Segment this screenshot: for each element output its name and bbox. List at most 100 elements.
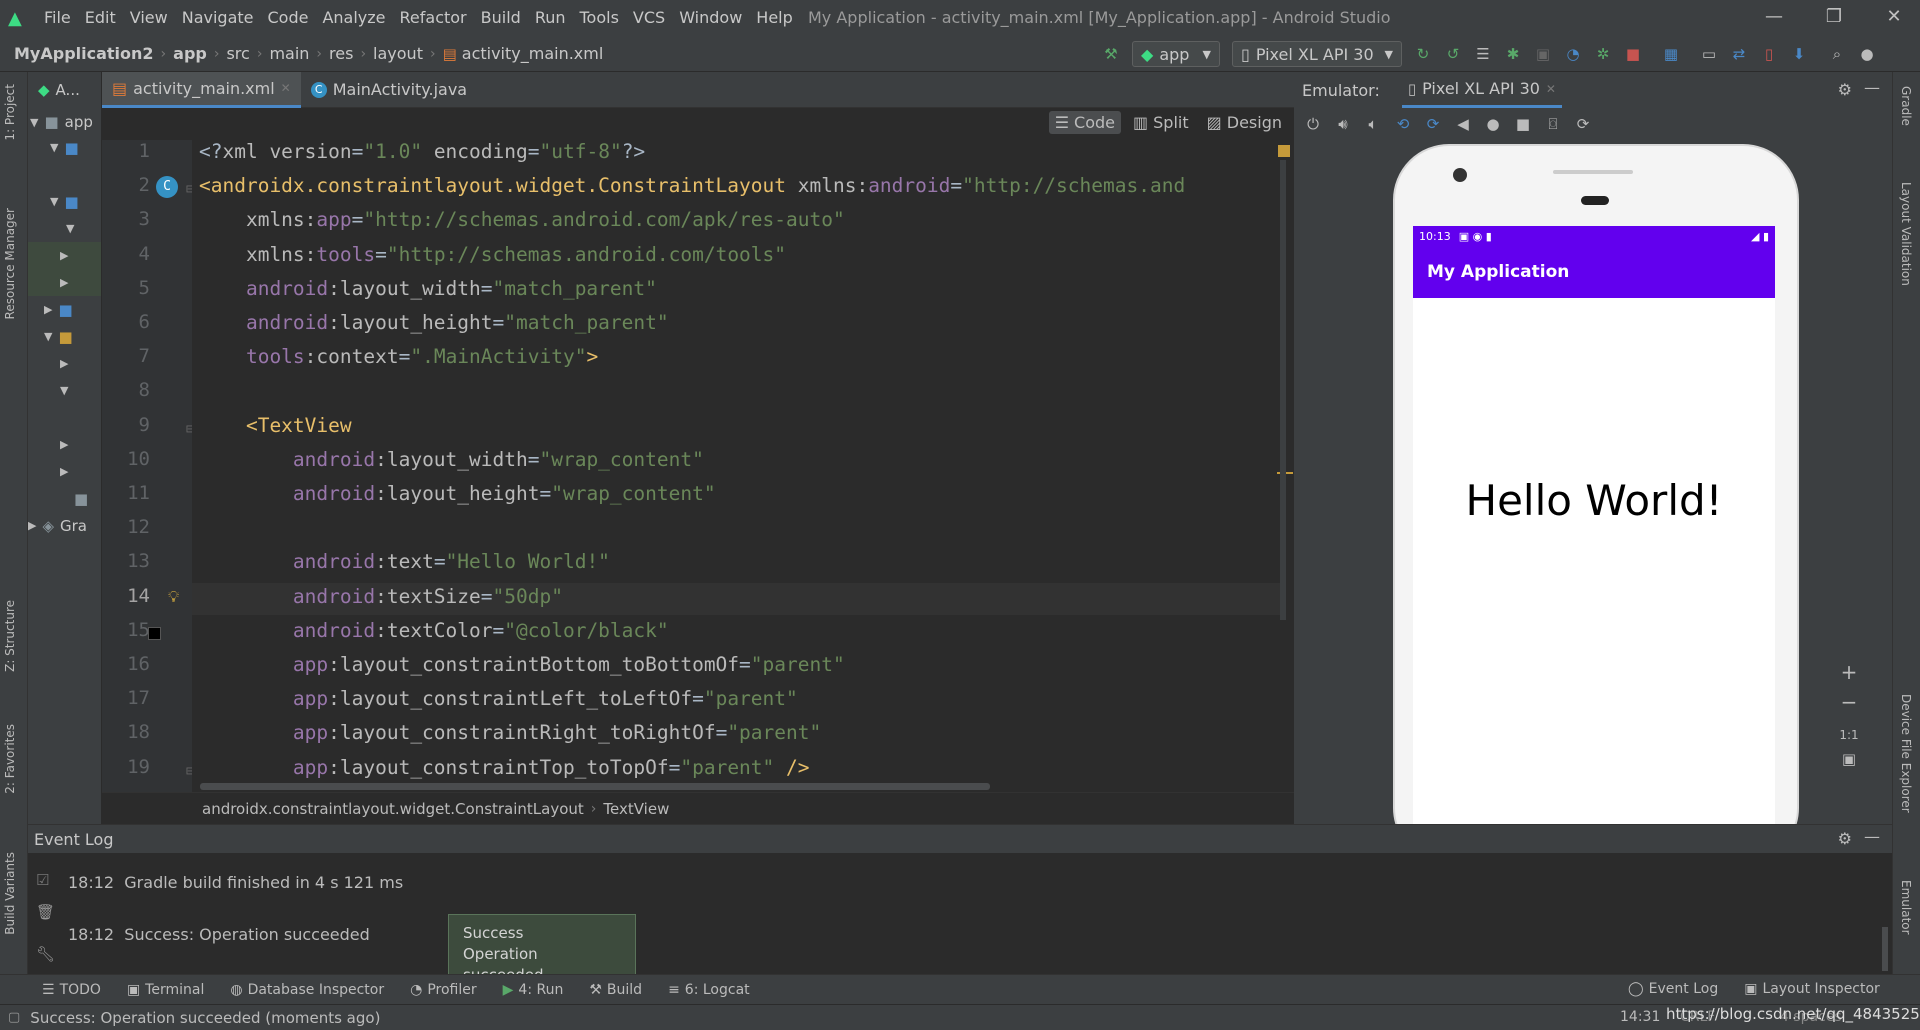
sync-gradle-icon[interactable]: ⇄ — [1730, 45, 1748, 63]
hide-panel-icon[interactable]: — — [1864, 78, 1880, 97]
vertical-scrollbar[interactable] — [1280, 160, 1286, 620]
code-line[interactable]: app:layout_constraintTop_toTopOf="parent… — [199, 756, 810, 779]
settings-gear-icon[interactable]: ⚙ — [1838, 829, 1852, 848]
power-icon[interactable]: ⏻ — [1304, 115, 1322, 133]
code-line[interactable]: <TextView — [199, 414, 352, 437]
code-line[interactable]: android:layout_width="wrap_content" — [199, 448, 704, 471]
crumb-project[interactable]: MyApplication2 — [14, 44, 154, 63]
back-icon[interactable]: ◀ — [1454, 115, 1472, 133]
menu-edit[interactable]: Edit — [85, 8, 116, 27]
event-log-tool[interactable]: ◯ Event Log — [1628, 981, 1718, 997]
project-structure-icon[interactable]: ▦ — [1662, 45, 1680, 63]
crumb-layout[interactable]: layout — [373, 44, 423, 63]
code-line[interactable]: android:layout_height="wrap_content" — [199, 482, 716, 505]
apply-code-changes-icon[interactable]: ☰ — [1474, 45, 1492, 63]
profiler-tool[interactable]: ◔ Profiler — [410, 982, 477, 998]
home-icon[interactable]: ● — [1484, 115, 1502, 133]
crumb-res[interactable]: res — [329, 44, 353, 63]
crumb-module[interactable]: app — [173, 44, 207, 63]
crumb-src[interactable]: src — [226, 44, 249, 63]
run-config-select[interactable]: ◆ app ▼ — [1132, 41, 1220, 67]
tab-build-variants[interactable]: Build Variants — [3, 852, 17, 935]
close-tab-icon[interactable]: ✕ — [281, 81, 291, 95]
stop-icon[interactable]: ■ — [1624, 45, 1642, 63]
tree-node[interactable]: ▶ ◈ Gra — [28, 512, 101, 539]
trash-icon[interactable]: 🗑︎ — [36, 903, 55, 921]
code-line[interactable]: tools:context=".MainActivity"> — [199, 345, 598, 368]
menu-build[interactable]: Build — [481, 8, 521, 27]
tree-node[interactable]: ▶ — [28, 458, 101, 485]
volume-up-icon[interactable]: 🔊︎ — [1334, 115, 1352, 133]
code-line[interactable]: android:text="Hello World!" — [199, 550, 610, 573]
menu-window[interactable]: Window — [679, 8, 742, 27]
zoom-actual-button[interactable]: 1:1 — [1834, 720, 1864, 750]
horizontal-scrollbar[interactable] — [200, 783, 990, 790]
tree-node[interactable]: ▼ ■ app — [28, 110, 101, 134]
tab-layout-validation[interactable]: Layout Validation — [1899, 182, 1913, 286]
close-icon[interactable]: ✕ — [1882, 6, 1906, 27]
run-tool[interactable]: ▶ 4: Run — [503, 982, 564, 998]
menu-help[interactable]: Help — [756, 8, 792, 27]
minimize-icon[interactable]: — — [1762, 6, 1786, 27]
tree-node[interactable] — [28, 404, 101, 431]
code-line[interactable]: app:layout_constraintRight_toRightOf="pa… — [199, 721, 821, 744]
menu-tools[interactable]: Tools — [580, 8, 619, 27]
debug-icon[interactable]: ✱ — [1504, 45, 1522, 63]
zoom-in-button[interactable]: + — [1834, 660, 1864, 690]
tree-node[interactable]: ■ — [28, 485, 101, 512]
rotate-right-icon[interactable]: ⟳ — [1424, 115, 1442, 133]
logcat-tool[interactable]: ≡ 6: Logcat — [668, 982, 750, 998]
screenshot-icon[interactable]: ⌼ — [1544, 115, 1562, 133]
menu-code[interactable]: Code — [268, 8, 309, 27]
profile-icon[interactable]: ◔ — [1564, 45, 1582, 63]
tree-node[interactable]: ▼ ■ — [28, 323, 101, 350]
rotate-left-icon[interactable]: ⟲ — [1394, 115, 1412, 133]
zoom-out-button[interactable]: − — [1834, 690, 1864, 720]
breadcrumb-root-tag[interactable]: androidx.constraintlayout.widget.Constra… — [202, 800, 584, 818]
hide-panel-icon[interactable]: — — [1864, 827, 1880, 846]
menu-analyze[interactable]: Analyze — [322, 8, 385, 27]
build-tool[interactable]: ⚒ Build — [589, 982, 642, 998]
tab-emulator[interactable]: Emulator — [1899, 880, 1913, 935]
settings-gear-icon[interactable]: ⚙ — [1838, 80, 1852, 99]
restore-icon[interactable]: ❐ — [1822, 6, 1846, 27]
menu-view[interactable]: View — [130, 8, 168, 27]
code-line[interactable]: xmlns:tools="http://schemas.android.com/… — [199, 243, 786, 266]
tree-node[interactable]: ▶ — [28, 242, 101, 269]
overview-icon[interactable]: ■ — [1514, 115, 1532, 133]
tree-node[interactable]: ▼ ■ — [28, 188, 101, 215]
code-line[interactable]: android:layout_height="match_parent" — [199, 311, 669, 334]
tree-node[interactable] — [28, 161, 101, 188]
make-project-icon[interactable]: ⚒ — [1102, 45, 1120, 63]
volume-down-icon[interactable]: 🔈︎ — [1364, 115, 1382, 133]
caret-position[interactable]: 14:31 — [1620, 1009, 1660, 1025]
mark-all-read-icon[interactable]: ☑ — [36, 871, 49, 889]
design-mode-button[interactable]: ▨ Design — [1201, 111, 1288, 134]
avd-manager-icon[interactable]: ▯ — [1760, 45, 1778, 63]
breadcrumb-child-tag[interactable]: TextView — [603, 800, 669, 818]
emulator-device-tab[interactable]: ▯ Pixel XL API 30 ✕ — [1401, 72, 1562, 108]
device-screen[interactable]: 10:13 ▣ ◉ ▮ ◢ ▮ My Application Hello Wor… — [1413, 226, 1775, 824]
tab-structure[interactable]: Z: Structure — [3, 600, 17, 672]
tree-node[interactable]: ▼ — [28, 377, 101, 404]
status-message[interactable]: Success: Operation succeeded (moments ag… — [30, 1009, 380, 1027]
tab-main-activity[interactable]: C MainActivity.java — [301, 72, 477, 108]
wrench-icon[interactable]: 🔧︎ — [36, 945, 55, 963]
event-log-scrollbar[interactable] — [1882, 927, 1888, 971]
inspection-status-icon[interactable] — [1278, 145, 1290, 157]
tab-resource-manager[interactable]: Resource Manager — [3, 208, 17, 319]
color-swatch-icon[interactable] — [148, 626, 161, 640]
code-mode-button[interactable]: ☰ Code — [1048, 111, 1122, 134]
search-icon[interactable]: ⌕ — [1828, 45, 1846, 63]
menu-navigate[interactable]: Navigate — [182, 8, 254, 27]
menu-run[interactable]: Run — [535, 8, 566, 27]
apply-changes-icon[interactable]: ↺ — [1444, 45, 1462, 63]
project-view-select[interactable]: A... — [56, 81, 80, 99]
tree-node[interactable]: ▼ ■ — [28, 134, 101, 161]
sdk-manager-icon[interactable]: ⬇ — [1790, 45, 1808, 63]
code-line[interactable]: app:layout_constraintBottom_toBottomOf="… — [199, 653, 845, 676]
tab-device-file-explorer[interactable]: Device File Explorer — [1899, 694, 1913, 813]
code-line[interactable]: <?xml version="1.0" encoding="utf-8"?> — [199, 140, 645, 163]
rerun-icon[interactable]: ↻ — [1414, 45, 1432, 63]
menu-file[interactable]: File — [44, 8, 71, 27]
